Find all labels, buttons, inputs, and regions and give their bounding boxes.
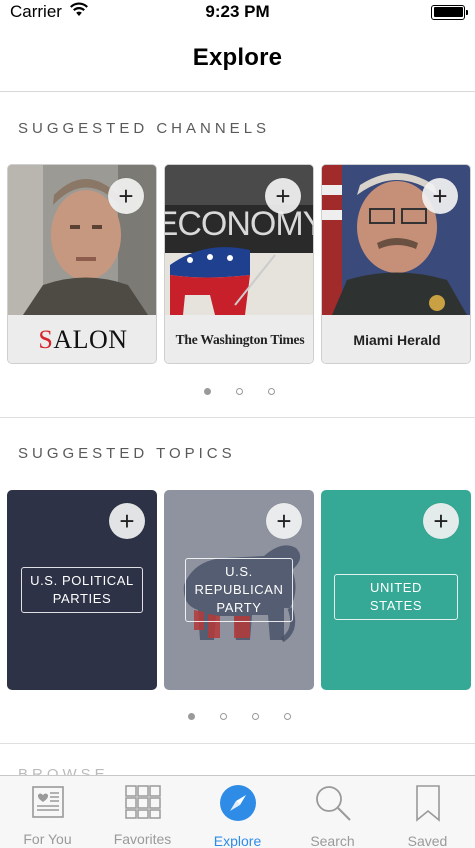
navigation-bar: Explore bbox=[0, 24, 475, 92]
channel-logo-salon: SALON bbox=[8, 315, 156, 363]
add-topic-button[interactable]: + bbox=[266, 503, 302, 539]
page-title: Explore bbox=[192, 43, 283, 71]
topics-page-indicator[interactable] bbox=[188, 713, 291, 720]
channel-card-miami-herald[interactable]: + Miami Herald bbox=[321, 164, 471, 364]
channels-page-indicator[interactable] bbox=[204, 388, 275, 395]
channel-logo-miami-herald: Miami Herald bbox=[322, 315, 470, 363]
topic-label: UNITED STATES bbox=[334, 574, 458, 620]
tab-for-you[interactable]: For You bbox=[0, 776, 95, 848]
logo-salon-s: S bbox=[38, 325, 54, 354]
wifi-icon bbox=[69, 2, 89, 22]
page-dot[interactable] bbox=[236, 388, 243, 395]
tab-label: Saved bbox=[407, 833, 448, 848]
topic-card-united-states[interactable]: + UNITED STATES bbox=[321, 490, 471, 690]
page-dot[interactable] bbox=[220, 713, 227, 720]
add-channel-button[interactable]: + bbox=[265, 178, 301, 214]
tab-label: Search bbox=[310, 833, 355, 848]
suggested-topics-heading: SUGGESTED TOPICS bbox=[18, 445, 236, 462]
newspaper-icon bbox=[30, 784, 66, 825]
channel-name: The Washington Times bbox=[175, 332, 305, 347]
tab-label: Favorites bbox=[113, 831, 172, 847]
topic-label-line: PARTIES bbox=[52, 591, 112, 606]
suggested-channels-heading: SUGGESTED CHANNELS bbox=[18, 120, 271, 137]
channel-card-washington-times[interactable]: ECONOMY + The Washington Times bbox=[164, 164, 314, 364]
section-divider bbox=[0, 743, 475, 744]
tab-favorites[interactable]: Favorites bbox=[95, 776, 190, 848]
channel-card-salon[interactable]: + SALON bbox=[7, 164, 157, 364]
carrier-label: Carrier bbox=[10, 2, 62, 21]
topic-label-line: U.S. bbox=[225, 564, 253, 579]
topic-label-line: UNITED STATES bbox=[369, 580, 423, 613]
tab-explore[interactable]: Explore bbox=[190, 776, 285, 848]
page-dot[interactable] bbox=[284, 713, 291, 720]
tab-label: For You bbox=[23, 831, 72, 847]
topic-label-line: U.S. POLITICAL bbox=[30, 573, 134, 588]
bookmark-icon bbox=[413, 784, 443, 827]
page-dot[interactable] bbox=[204, 388, 211, 395]
grid-icon bbox=[124, 784, 162, 825]
page-dot[interactable] bbox=[252, 713, 259, 720]
topic-card-us-republican-party[interactable]: + U.S. REPUBLICAN PARTY bbox=[164, 490, 314, 690]
battery-icon bbox=[431, 4, 468, 20]
section-divider bbox=[0, 417, 475, 418]
tab-bar: For You Favorites Explore Search Saved bbox=[0, 775, 475, 848]
tab-label: Explore bbox=[213, 833, 262, 848]
tab-saved[interactable]: Saved bbox=[380, 776, 475, 848]
channel-name: Miami Herald bbox=[353, 332, 441, 348]
add-channel-button[interactable]: + bbox=[422, 178, 458, 214]
add-topic-button[interactable]: + bbox=[109, 503, 145, 539]
channel-logo-washington-times: The Washington Times bbox=[165, 315, 313, 363]
status-bar: Carrier 9:23 PM bbox=[0, 0, 475, 24]
tab-search[interactable]: Search bbox=[285, 776, 380, 848]
page-dot[interactable] bbox=[268, 388, 275, 395]
page-dot[interactable] bbox=[188, 713, 195, 720]
logo-salon-rest: ALON bbox=[53, 325, 128, 354]
topic-label-line: PARTY bbox=[216, 600, 262, 615]
topic-label: U.S. POLITICAL PARTIES bbox=[21, 567, 143, 613]
topic-label: U.S. REPUBLICAN PARTY bbox=[185, 558, 293, 622]
topic-label-line: REPUBLICAN bbox=[194, 582, 284, 597]
add-topic-button[interactable]: + bbox=[423, 503, 459, 539]
topic-card-us-political-parties[interactable]: + U.S. POLITICAL PARTIES bbox=[7, 490, 157, 690]
compass-icon bbox=[219, 784, 257, 827]
search-icon bbox=[314, 784, 352, 827]
add-channel-button[interactable]: + bbox=[108, 178, 144, 214]
